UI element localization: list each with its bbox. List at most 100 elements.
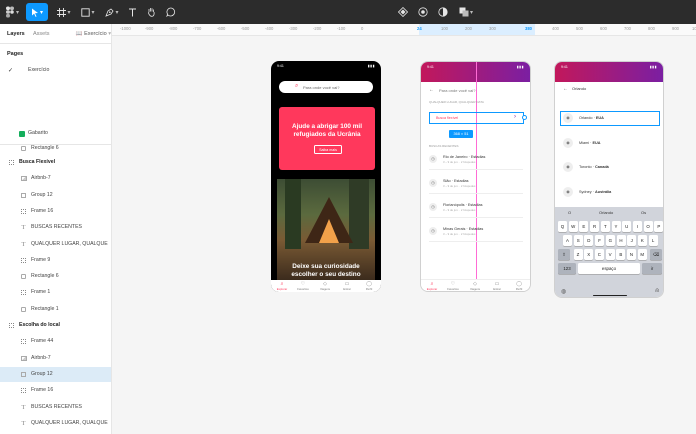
keyboard-key[interactable]: A xyxy=(563,235,572,246)
back-arrow-icon[interactable]: ← xyxy=(429,87,434,93)
keyboard-key[interactable]: P xyxy=(654,221,663,232)
layer-row[interactable]: Rectangle 6 xyxy=(0,141,111,156)
keyboard-key[interactable]: K xyxy=(637,235,647,246)
nav-favoritos[interactable]: ♡ Favoritos xyxy=(445,281,461,291)
frame-busca-flexivel[interactable]: 9:41 ▮▮▮ ← Para onde você vai? QUALQUER … xyxy=(420,61,531,292)
suggestion[interactable]: Orlando xyxy=(599,210,613,215)
layer-row[interactable]: T BUSCAS RECENTES xyxy=(0,220,111,235)
keyboard-key[interactable]: L xyxy=(648,235,658,246)
layer-row[interactable]: T BUSCAS RECENTES xyxy=(0,400,111,415)
keyboard-key[interactable]: W xyxy=(568,221,578,232)
keyboard-key[interactable]: ir xyxy=(642,263,662,274)
list-item[interactable]: ◷ Sião · Estadias 3 – 9 de jun. · 2 hósp… xyxy=(429,174,523,194)
nav-viagens[interactable]: ◇ Viagens xyxy=(317,281,333,291)
nav-viagens[interactable]: ◇ Viagens xyxy=(467,281,483,291)
keyboard-key[interactable]: R xyxy=(590,221,600,232)
back-arrow-icon[interactable]: ← xyxy=(563,86,568,92)
keyboard-key[interactable]: D xyxy=(584,235,594,246)
boolean-icon[interactable]: ▾ xyxy=(456,3,476,21)
tab-assets[interactable]: Assets xyxy=(33,31,50,37)
layer-row[interactable]: Rectangle 6 xyxy=(0,269,111,284)
nav-perfil[interactable]: ◯ Perfil xyxy=(361,281,377,291)
busca-flexivel-item[interactable]: Busca flexível › xyxy=(429,112,524,124)
keyboard-key[interactable]: F xyxy=(595,235,605,246)
keyboard-key[interactable]: M xyxy=(637,249,647,260)
search-bar[interactable]: ⌕ Para onde você vai? xyxy=(279,81,373,93)
page-picker[interactable]: 📖 Exercício ▾ xyxy=(76,31,111,37)
nav-explorar[interactable]: ⌕ Explorar xyxy=(424,281,440,291)
nav-favoritos[interactable]: ♡ Favoritos xyxy=(295,281,311,291)
frame-escolha-do-local[interactable]: 9:41 ▮▮▮ ← Orlando ◉ Orlando · EUA ◉ Miam… xyxy=(554,61,664,298)
keyboard-key[interactable]: G xyxy=(605,235,615,246)
keyboard-key[interactable]: J xyxy=(627,235,637,246)
nav-entrar[interactable]: ▭ Entrar xyxy=(339,281,355,291)
keyboard-key[interactable]: O xyxy=(643,221,653,232)
card-button[interactable]: Saiba mais xyxy=(314,145,342,154)
page-item-gabarito[interactable]: Gabarito xyxy=(0,126,111,141)
layer-row[interactable]: Frame 9 xyxy=(0,253,111,268)
layer-row[interactable]: Frame 16 xyxy=(0,204,111,219)
keyboard-key[interactable]: Y xyxy=(611,221,621,232)
mask-icon[interactable] xyxy=(416,3,430,21)
suggestion[interactable]: Os xyxy=(641,210,646,215)
layer-row[interactable]: T QUALQUER LUGAR, QUALQUE xyxy=(0,416,111,431)
resize-handle[interactable] xyxy=(522,115,527,120)
suggestion[interactable]: O xyxy=(568,210,571,215)
keyboard-key[interactable]: V xyxy=(605,249,615,260)
component-icon[interactable] xyxy=(396,3,410,21)
keyboard-key[interactable]: E xyxy=(579,221,589,232)
list-item[interactable]: ◷ Minas Gerais · Estadias 3 – 9 de jun. … xyxy=(429,222,523,242)
layer-row[interactable]: Busca Flexível xyxy=(0,155,111,170)
search-header[interactable]: ← Orlando xyxy=(563,86,586,92)
page-item-exercicio[interactable]: ✓ Exercício xyxy=(0,63,111,78)
layer-row[interactable]: Rectangle 1 xyxy=(0,302,111,317)
microphone-icon[interactable]: ⍝ xyxy=(655,288,659,295)
frame-tool-icon[interactable]: ▾ xyxy=(54,3,74,21)
keyboard-key[interactable]: S xyxy=(573,235,583,246)
keyboard-key[interactable]: T xyxy=(600,221,610,232)
keyboard-key[interactable]: ⌫ xyxy=(650,249,662,260)
keyboard-key[interactable]: C xyxy=(594,249,604,260)
frame-home[interactable]: 9:41 ▮▮▮ ⌕ Para onde você vai? Ajude a a… xyxy=(271,61,381,292)
keyboard-key[interactable]: Z xyxy=(573,249,583,260)
layer-row[interactable]: Frame 1 xyxy=(0,285,111,300)
layer-row[interactable]: Frame 44 xyxy=(0,334,111,349)
nav-entrar[interactable]: ▭ Entrar xyxy=(489,281,505,291)
pen-tool-icon[interactable]: ▾ xyxy=(102,3,122,21)
ukraine-card[interactable]: Ajude a abrigar 100 mil refugiados da Uc… xyxy=(279,107,375,170)
nav-perfil[interactable]: ◯ Perfil xyxy=(511,281,527,291)
comment-tool-icon[interactable] xyxy=(164,3,178,21)
keyboard-key[interactable]: H xyxy=(616,235,626,246)
search-bar[interactable]: ← Para onde você vai? xyxy=(429,86,523,96)
list-item[interactable]: ◷ Rio de Janeiro · Estadias 3 – 9 de jun… xyxy=(429,150,523,170)
canvas[interactable]: 9:41 ▮▮▮ ⌕ Para onde você vai? Ajude a a… xyxy=(112,36,696,434)
tab-layers[interactable]: Layers xyxy=(7,31,25,37)
list-item[interactable]: ◉ Miami · EUA xyxy=(563,134,657,152)
nav-explorar[interactable]: ⌕ Explorar xyxy=(274,281,290,291)
list-item[interactable]: ◉ Sydney · Austrália xyxy=(563,183,657,201)
layer-row[interactable]: T QUALQUER LUGAR, QUALQUE xyxy=(0,237,111,252)
contrast-icon[interactable] xyxy=(436,3,450,21)
keyboard-key[interactable]: 123 xyxy=(558,263,576,274)
globe-icon[interactable]: ◍ xyxy=(561,288,566,295)
list-item[interactable]: ◷ Florianópolis · Estadias 3 – 9 de jun.… xyxy=(429,198,523,218)
text-tool-icon[interactable] xyxy=(126,3,138,21)
keyboard-key[interactable]: U xyxy=(622,221,632,232)
keyboard-key[interactable]: N xyxy=(627,249,636,260)
list-item[interactable]: ◉ Toronto · Canadá xyxy=(563,158,657,176)
keyboard-key[interactable]: X xyxy=(584,249,594,260)
layer-row[interactable]: Airbnb-7 xyxy=(0,351,111,366)
layer-row[interactable]: Group 12 xyxy=(0,188,111,203)
layer-row[interactable]: Escolha do local xyxy=(0,318,111,333)
layer-row[interactable]: Group 12 xyxy=(0,366,111,382)
layer-row[interactable]: Airbnb-7 xyxy=(0,171,111,186)
keyboard-key[interactable]: I xyxy=(632,221,642,232)
hand-tool-icon[interactable] xyxy=(144,3,158,21)
move-tool-icon[interactable]: ▾ xyxy=(26,3,48,21)
keyboard-key[interactable]: Q xyxy=(558,221,567,232)
keyboard-key[interactable]: espaço xyxy=(578,263,640,274)
layer-row[interactable]: Frame 16 xyxy=(0,383,111,398)
shape-tool-icon[interactable]: ▾ xyxy=(78,3,98,21)
list-item[interactable]: ◉ Orlando · EUA xyxy=(563,109,657,127)
figma-menu-icon[interactable]: ▾ xyxy=(2,3,22,21)
